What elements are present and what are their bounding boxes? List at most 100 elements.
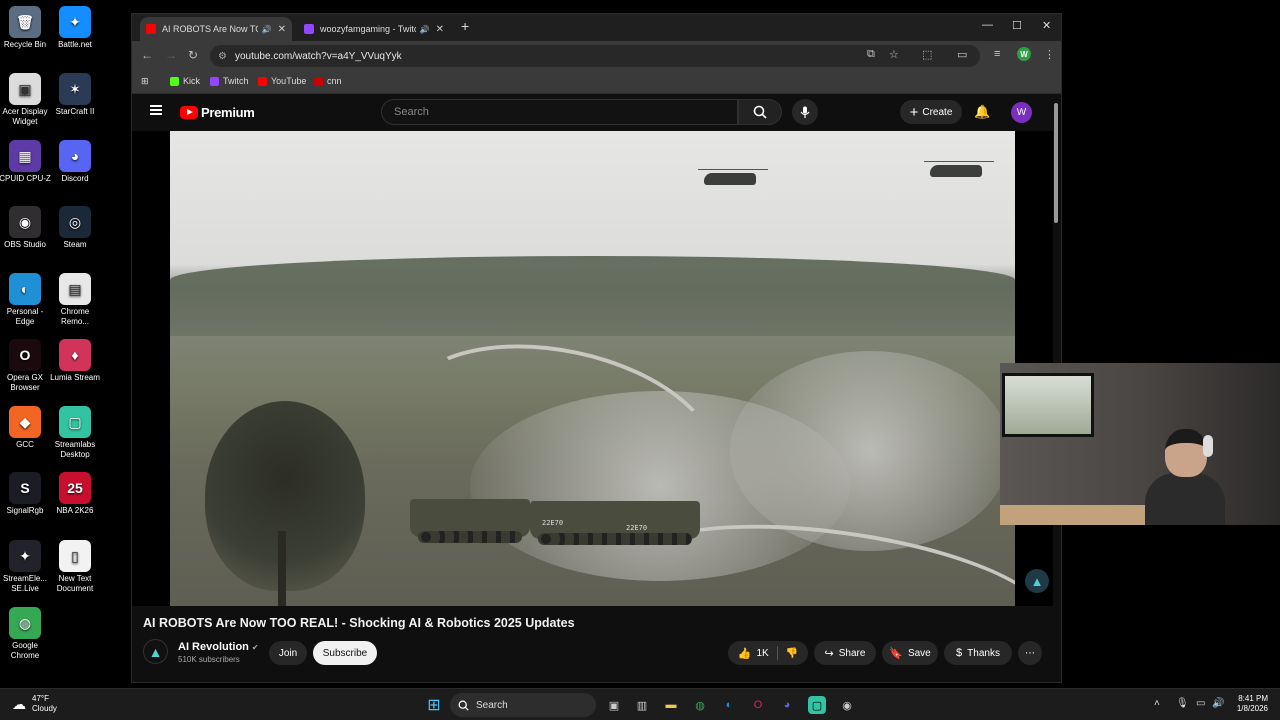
- split-view-icon[interactable]: ▭: [957, 48, 967, 61]
- desktop-icon-personal-edge[interactable]: ◐ Personal - Edge: [0, 273, 53, 327]
- youtube-logo[interactable]: Premium: [180, 105, 255, 120]
- close-tab-icon[interactable]: ✕: [436, 24, 444, 35]
- desktop-icon-streamele-se-live[interactable]: ✦ StreamEle... SE.Live: [0, 540, 53, 594]
- channel-avatar[interactable]: ▲: [143, 639, 168, 664]
- desktop-icon-cpuid-cpu-z[interactable]: ▦ CPUID CPU-Z: [0, 140, 53, 184]
- bookmark-kick[interactable]: Kick: [170, 76, 200, 86]
- desktop-icon-label: Opera GX Browser: [6, 373, 43, 392]
- site-info-icon[interactable]: ⚙: [218, 51, 227, 62]
- subscribe-button[interactable]: Subscribe: [313, 641, 377, 665]
- divider: [776, 646, 778, 660]
- back-icon[interactable]: ←: [141, 48, 153, 62]
- new-tab-button[interactable]: +: [461, 18, 469, 34]
- forward-icon[interactable]: →: [165, 48, 177, 62]
- desktop-icon-acer-display-widget[interactable]: ▣ Acer Display Widget: [0, 73, 53, 127]
- install-app-icon[interactable]: ⧉: [867, 48, 875, 61]
- show-hidden-icons[interactable]: ˄: [1154, 698, 1160, 709]
- close-window-icon[interactable]: ✕: [1042, 19, 1051, 32]
- scrollbar-thumb[interactable]: [1054, 103, 1058, 223]
- hamburger-menu-icon[interactable]: [150, 105, 162, 115]
- weather-widget[interactable]: ☁ 47°F Cloudy: [12, 694, 57, 714]
- cloudy-weather-icon: ☁: [12, 696, 26, 712]
- notifications-bell-icon[interactable]: 🔔: [974, 104, 990, 120]
- reload-icon[interactable]: ↻: [188, 48, 198, 62]
- profile-avatar[interactable]: W: [1017, 47, 1031, 61]
- desktop-icon-obs-studio[interactable]: ◉ OBS Studio: [0, 206, 53, 250]
- reading-list-icon[interactable]: ≡: [994, 48, 1000, 60]
- thanks-button[interactable]: $ Thanks: [944, 641, 1012, 665]
- streamlabs-taskbar-icon[interactable]: ▢: [808, 696, 826, 714]
- like-count[interactable]: 1K: [757, 648, 769, 659]
- desktop-icon-new-text-document[interactable]: ▯ New Text Document: [47, 540, 103, 594]
- account-avatar[interactable]: W: [1011, 102, 1032, 123]
- verified-check-icon: ✔: [251, 643, 259, 652]
- bookmark-star-icon[interactable]: ☆: [889, 48, 899, 61]
- share-button[interactable]: ↪ Share: [814, 641, 876, 665]
- volume-icon[interactable]: 🔊: [1212, 698, 1224, 709]
- youtube-play-icon: [180, 106, 198, 119]
- subscriber-count: 510K subscribers: [178, 655, 240, 664]
- video-title: AI ROBOTS Are Now TOO REAL! - Shocking A…: [143, 616, 575, 630]
- bookmark-label: Kick: [183, 76, 201, 86]
- video-player[interactable]: 22E70 22E70 ▲: [132, 131, 1053, 606]
- discord-taskbar-icon[interactable]: ◕: [778, 696, 796, 714]
- search-button[interactable]: [738, 99, 782, 125]
- desktop-icon-recycle-bin[interactable]: 🗑 Recycle Bin: [0, 6, 53, 50]
- desktop-icon-opera-gx-browser[interactable]: O Opera GX Browser: [0, 339, 53, 393]
- widgets-icon[interactable]: ▥: [633, 696, 651, 714]
- desktop-icon-google-chrome[interactable]: ◍ Google Chrome: [0, 607, 53, 661]
- bookmark-twitch[interactable]: Twitch: [210, 76, 249, 86]
- microphone-tray-icon[interactable]: 🎙: [1176, 698, 1189, 709]
- system-clock[interactable]: 8:41 PM 1/8/2026: [1237, 694, 1268, 714]
- windows-start-icon[interactable]: ⊞: [425, 696, 443, 714]
- browser-window: AI ROBOTS Are Now TOO R 🔊 ✕ woozyfamgami…: [131, 13, 1062, 683]
- apps-grid-icon[interactable]: ⊞: [141, 76, 149, 87]
- voice-search-button[interactable]: [792, 99, 818, 125]
- channel-name[interactable]: AI Revolution ✔: [178, 641, 259, 653]
- desktop-icon-gcc[interactable]: ◆ GCC: [0, 406, 53, 450]
- taskbar-search[interactable]: Search: [450, 693, 596, 717]
- create-button[interactable]: + Create: [900, 100, 962, 124]
- bookmark-youtube[interactable]: YouTube: [258, 76, 306, 86]
- dust-cloud: [730, 351, 1010, 551]
- app-icon: ✦: [9, 540, 41, 572]
- desktop-icon-lumia-stream[interactable]: ♦ Lumia Stream: [47, 339, 103, 383]
- desktop-icon-battle-net[interactable]: ✦ Battle.net: [47, 6, 103, 50]
- desktop-icon-streamlabs-desktop[interactable]: ▢ Streamlabs Desktop: [47, 406, 103, 460]
- minimize-icon[interactable]: —: [982, 19, 993, 31]
- speaker-icon[interactable]: 🔊: [262, 25, 272, 34]
- search-input[interactable]: Search: [381, 99, 738, 125]
- tab-strip: AI ROBOTS Are Now TOO R 🔊 ✕ woozyfamgami…: [132, 14, 1061, 41]
- address-bar[interactable]: ⚙ youtube.com/watch?v=a4Y_VVuqYyk: [210, 45, 980, 67]
- thumbs-down-icon[interactable]: 👎: [786, 648, 798, 659]
- more-actions-icon[interactable]: ⋯: [1018, 641, 1042, 665]
- task-view-icon[interactable]: ▣: [605, 696, 623, 714]
- desktop-icon-steam[interactable]: ◎ Steam: [47, 206, 103, 250]
- channel-watermark-icon[interactable]: ▲: [1025, 569, 1049, 593]
- helicopter-image: [924, 161, 994, 177]
- video-frame[interactable]: 22E70 22E70: [170, 131, 1015, 606]
- bookmark-cnn[interactable]: cnn: [314, 76, 342, 86]
- chrome-taskbar-icon[interactable]: ◍: [691, 696, 709, 714]
- edge-taskbar-icon[interactable]: ◐: [720, 696, 738, 714]
- desktop-icon-starcraft-ii[interactable]: ✶ StarCraft II: [47, 73, 103, 117]
- desktop-icon-discord[interactable]: ◕ Discord: [47, 140, 103, 184]
- maximize-icon[interactable]: ☐: [1012, 19, 1022, 32]
- desktop-icon-nba-2k26[interactable]: 25 NBA 2K26: [47, 472, 103, 516]
- more-menu-icon[interactable]: ⋮: [1044, 48, 1055, 61]
- opera-gx-taskbar-icon[interactable]: O: [749, 696, 767, 714]
- speaker-icon[interactable]: 🔊: [420, 25, 430, 34]
- desktop-icon-chrome-remo[interactable]: ▤ Chrome Remo...: [47, 273, 103, 327]
- network-icon[interactable]: ▭: [1196, 698, 1205, 709]
- tab-youtube[interactable]: AI ROBOTS Are Now TOO R 🔊 ✕: [140, 17, 292, 41]
- thumbs-up-icon[interactable]: 👍: [738, 647, 752, 660]
- obs-taskbar-icon[interactable]: ◉: [838, 696, 856, 714]
- extensions-icon[interactable]: ⬚: [922, 48, 932, 61]
- join-button[interactable]: Join: [269, 641, 307, 665]
- desktop-icon-signalrgb[interactable]: S SignalRgb: [0, 472, 53, 516]
- file-explorer-icon[interactable]: ▬: [662, 696, 680, 714]
- app-icon: ✶: [59, 73, 91, 105]
- tab-twitch[interactable]: woozyfamgaming - Twitch 🔊 ✕: [298, 17, 450, 41]
- close-tab-icon[interactable]: ✕: [278, 24, 286, 35]
- save-button[interactable]: 🔖 Save: [882, 641, 938, 665]
